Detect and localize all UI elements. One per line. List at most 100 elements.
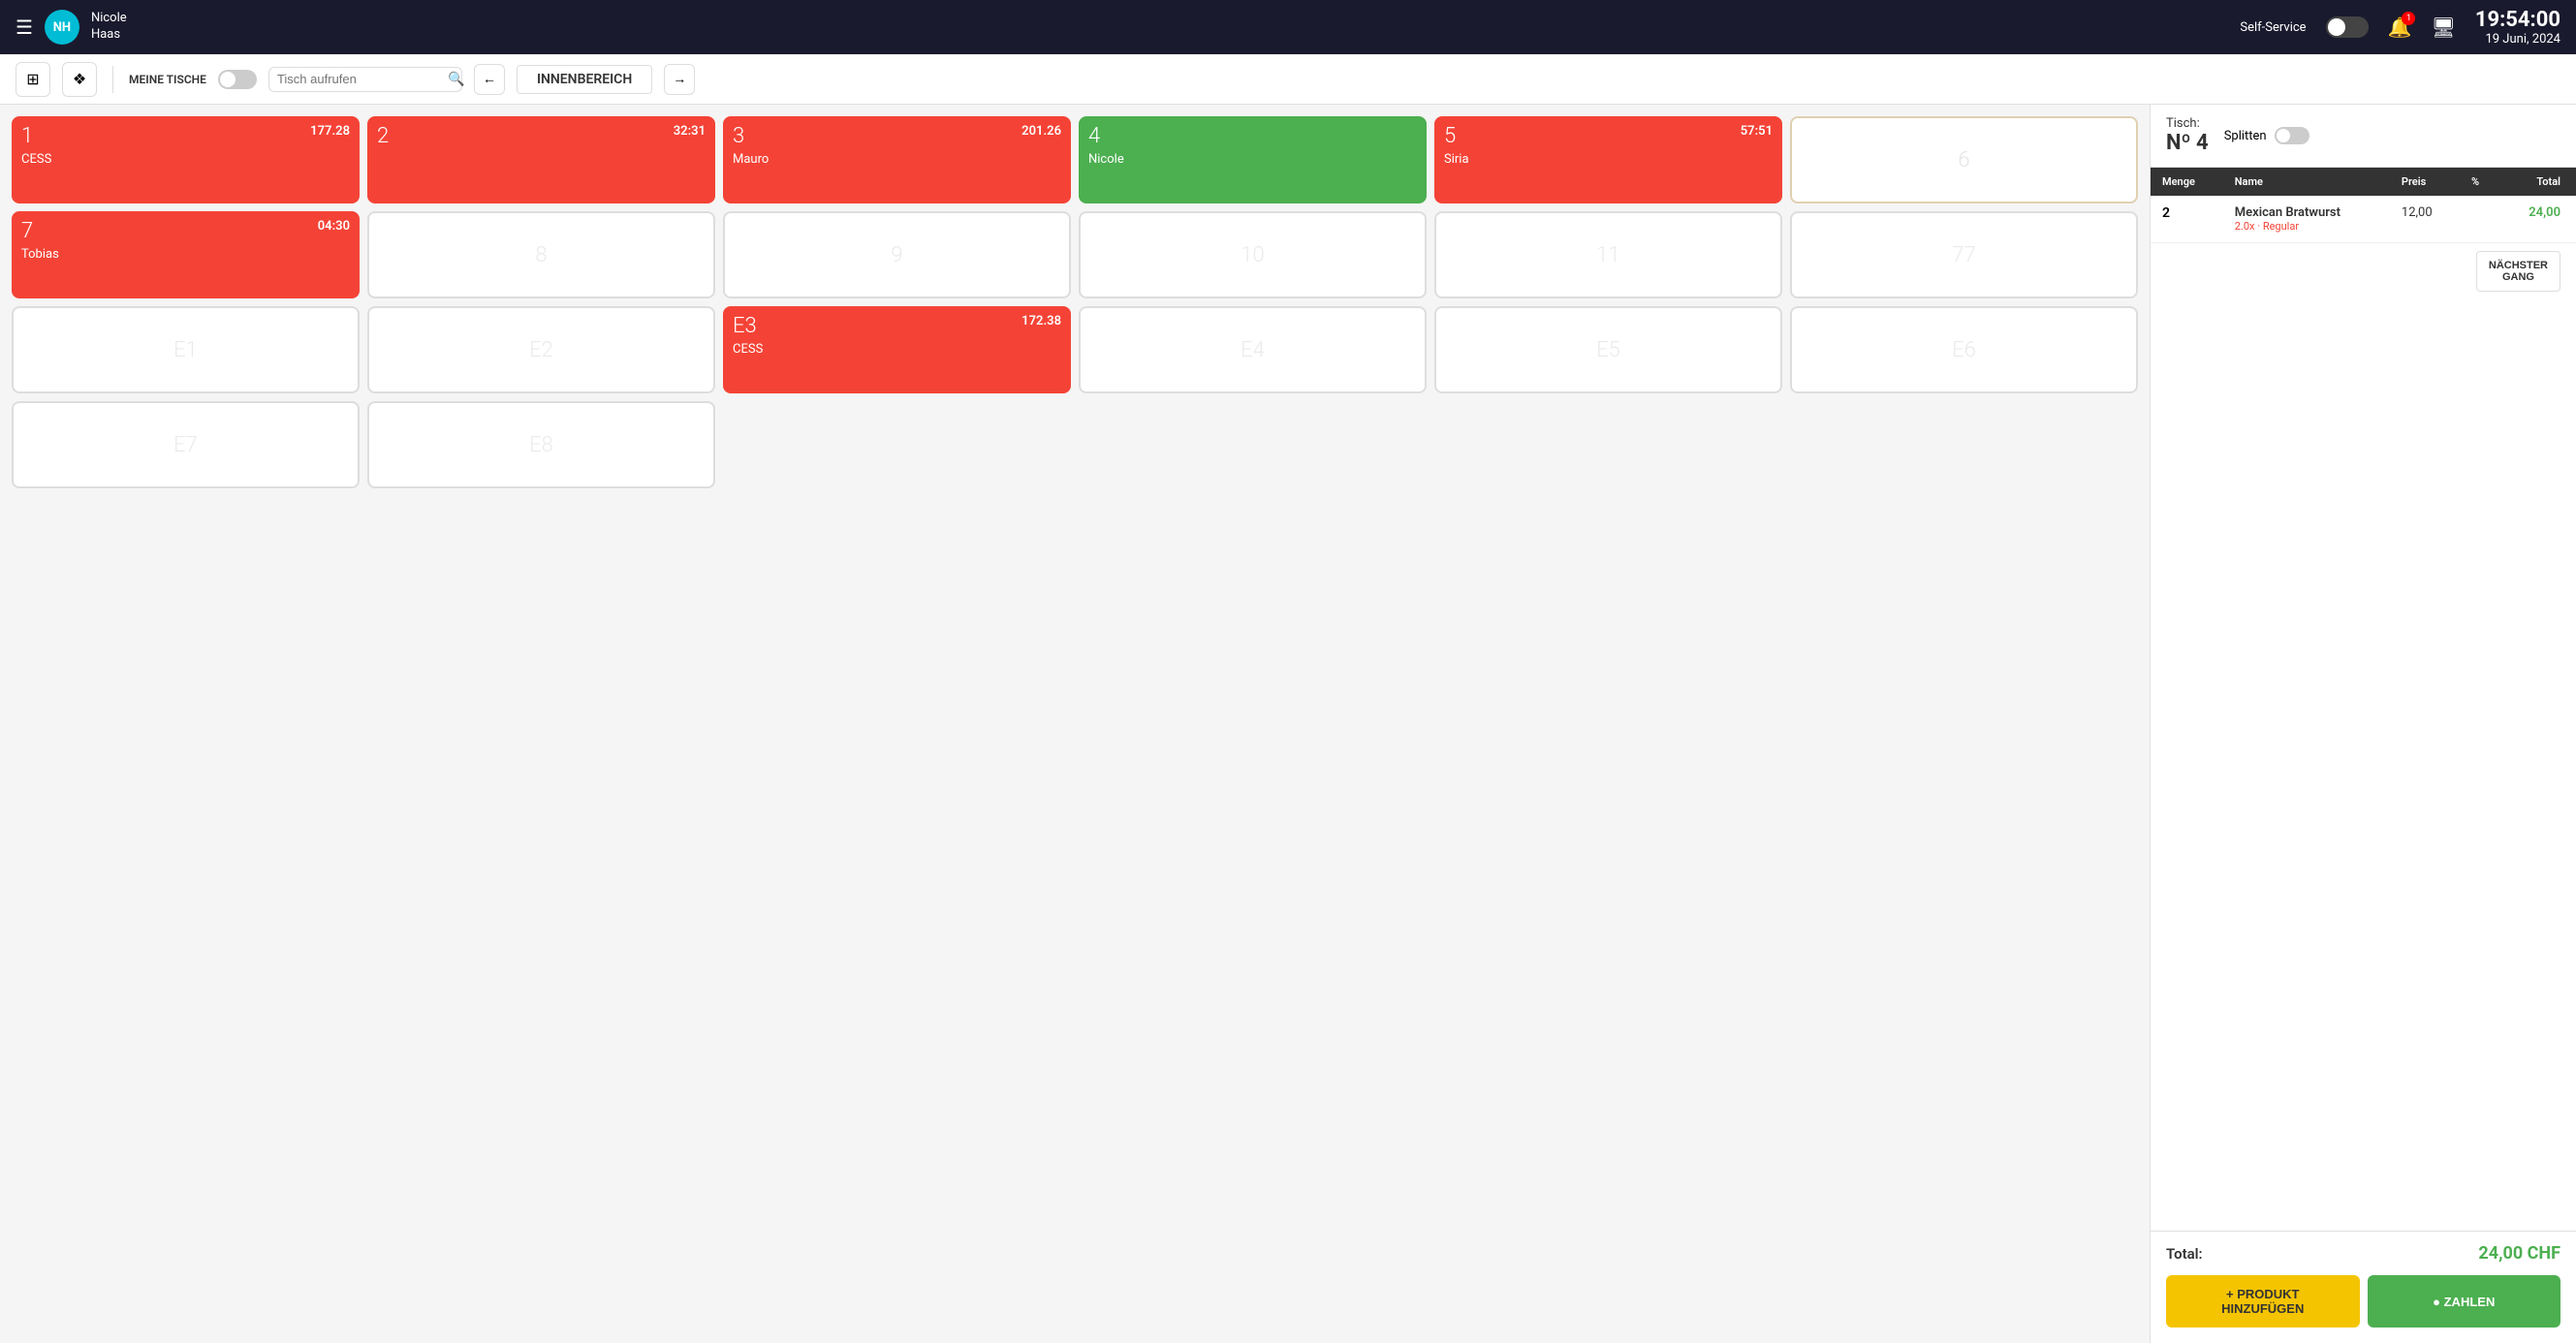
next-gang-button[interactable]: NÄCHSTER GANG	[2476, 251, 2560, 292]
add-product-button[interactable]: + PRODUKT HINZUFÜGEN	[2166, 1275, 2360, 1327]
toggle-small-knob	[220, 72, 236, 87]
table-card-E1[interactable]: E1	[12, 306, 360, 393]
item-qty: 2	[2151, 196, 2223, 243]
table-card-E5[interactable]: E5	[1434, 306, 1782, 393]
table-placeholder: 8	[379, 221, 704, 289]
table-amount: 32:31	[674, 124, 706, 139]
table-placeholder: E8	[379, 411, 704, 479]
item-total: 24,00	[2499, 196, 2576, 243]
toggle-knob	[2328, 18, 2345, 36]
table-guest-name: Siria	[1444, 152, 1773, 167]
panel-footer-total: Total: 24,00 CHF	[2151, 1231, 2576, 1275]
self-service-toggle[interactable]	[2326, 16, 2369, 38]
splitten-label: Splitten	[2224, 129, 2267, 143]
table-card-E4[interactable]: E4	[1079, 306, 1427, 393]
clock-date: 19 Juni, 2024	[2475, 32, 2560, 47]
table-placeholder: 10	[1090, 221, 1415, 289]
table-card-2[interactable]: 2 32:31	[367, 116, 715, 203]
item-percent	[2460, 196, 2500, 243]
table-placeholder: E5	[1446, 316, 1771, 384]
meine-tische-label: MEINE TISCHE	[129, 73, 206, 86]
table-card-E7[interactable]: E7	[12, 401, 360, 488]
table-card-9[interactable]: 9	[723, 211, 1071, 298]
node-view-icon[interactable]: ❖	[62, 62, 97, 97]
table-placeholder: E1	[23, 316, 348, 384]
table-card-11[interactable]: 11	[1434, 211, 1782, 298]
table-number-label: 4	[1088, 124, 1417, 148]
clock-display: 19:54:00 19 Juni, 2024	[2475, 8, 2560, 47]
panel-spacer	[2151, 299, 2576, 1231]
table-guest-name: Mauro	[733, 152, 1061, 167]
total-value: 24,00 CHF	[2478, 1243, 2560, 1264]
table-amount: 201.26	[1021, 124, 1061, 139]
table-card-E6[interactable]: E6	[1790, 306, 2138, 393]
table-number-label: 2	[377, 124, 706, 148]
avatar: NH	[45, 10, 79, 45]
splitten-knob	[2277, 129, 2290, 142]
table-card-3[interactable]: 3 201.26 Mauro	[723, 116, 1071, 203]
toolbar: ⊞ ❖ MEINE TISCHE 🔍 ← INNENBEREICH →	[0, 54, 2576, 105]
table-card-5[interactable]: 5 57:51 Siria	[1434, 116, 1782, 203]
table-guest-name: Nicole	[1088, 152, 1417, 167]
table-card-8[interactable]: 8	[367, 211, 715, 298]
topbar-right: Self-Service 🔔 1 🖥 19:54:00 19 Juni, 202…	[2240, 8, 2560, 47]
panel-header: Tisch: Nº 4 Splitten	[2151, 105, 2576, 168]
col-total: Total	[2499, 168, 2576, 196]
table-card-10[interactable]: 10	[1079, 211, 1427, 298]
zone-label: INNENBEREICH	[517, 65, 652, 94]
table-card-1[interactable]: 1 177.28 CESS	[12, 116, 360, 203]
self-service-label: Self-Service	[2240, 20, 2306, 35]
table-card-E8[interactable]: E8	[367, 401, 715, 488]
table-card-E3[interactable]: E3 172.38 CESS	[723, 306, 1071, 393]
table-placeholder: E7	[23, 411, 348, 479]
split-toggle: Splitten	[2224, 127, 2309, 144]
nav-next-arrow[interactable]: →	[664, 64, 695, 95]
table-number-label: E3	[733, 314, 1061, 338]
meine-tische-toggle[interactable]	[218, 70, 257, 89]
pay-button[interactable]: ● ZAHLEN	[2368, 1275, 2561, 1327]
table-number-label: 3	[733, 124, 1061, 148]
col-menge: Menge	[2151, 168, 2223, 196]
monitor-icon[interactable]: 🖥	[2431, 16, 2455, 39]
item-preis: 12,00	[2390, 196, 2460, 243]
col-percent: %	[2460, 168, 2500, 196]
toolbar-divider	[112, 66, 113, 93]
grid-view-icon[interactable]: ⊞	[16, 62, 50, 97]
table-card-E2[interactable]: E2	[367, 306, 715, 393]
hamburger-icon[interactable]: ☰	[16, 16, 33, 39]
table-card-4[interactable]: 4 Nicole	[1079, 116, 1427, 203]
table-card-6[interactable]: 6	[1790, 116, 2138, 203]
table-guest-name: Tobias	[21, 247, 350, 262]
search-icon: 🔍	[448, 72, 464, 87]
order-table-wrapper: Menge Name Preis % Total 2 Mexican Bratw…	[2151, 168, 2576, 243]
item-name-cell: Mexican Bratwurst 2.0x · Regular	[2223, 196, 2390, 243]
clock-time: 19:54:00	[2475, 8, 2560, 32]
user-name: Nicole Haas	[91, 11, 127, 44]
table-card-77[interactable]: 77	[1790, 211, 2138, 298]
table-card-7[interactable]: 7 04:30 Tobias	[12, 211, 360, 298]
table-amount: 177.28	[310, 124, 350, 139]
table-placeholder: 9	[735, 221, 1059, 289]
table-placeholder: 77	[1802, 221, 2126, 289]
nav-prev-arrow[interactable]: ←	[474, 64, 505, 95]
table-grid: 1 177.28 CESS 2 32:31 3 201.26 Mauro 4 N…	[0, 105, 2150, 1343]
table-row[interactable]: 2 Mexican Bratwurst 2.0x · Regular 12,00…	[2151, 196, 2576, 243]
ng-btn-area: NÄCHSTER GANG	[2151, 243, 2576, 299]
table-amount: 04:30	[318, 219, 350, 234]
topbar-left: ☰ NH Nicole Haas	[16, 10, 127, 45]
panel-footer-actions: + PRODUKT HINZUFÜGEN ● ZAHLEN	[2151, 1275, 2576, 1343]
table-placeholder: 6	[1802, 126, 2126, 194]
total-label: Total:	[2166, 1245, 2203, 1263]
table-amount: 57:51	[1741, 124, 1773, 139]
col-preis: Preis	[2390, 168, 2460, 196]
bell-container: 🔔 1	[2388, 16, 2412, 39]
item-sub: 2.0x · Regular	[2235, 220, 2378, 233]
bell-badge: 1	[2402, 12, 2415, 25]
table-amount: 172.38	[1021, 314, 1061, 328]
table-placeholder: E2	[379, 316, 704, 384]
table-number: Nº 4	[2166, 131, 2209, 155]
main-layout: 1 177.28 CESS 2 32:31 3 201.26 Mauro 4 N…	[0, 105, 2576, 1343]
splitten-toggle[interactable]	[2275, 127, 2309, 144]
search-input[interactable]	[277, 72, 448, 86]
right-panel: Tisch: Nº 4 Splitten Menge Name Preis %	[2150, 105, 2576, 1343]
